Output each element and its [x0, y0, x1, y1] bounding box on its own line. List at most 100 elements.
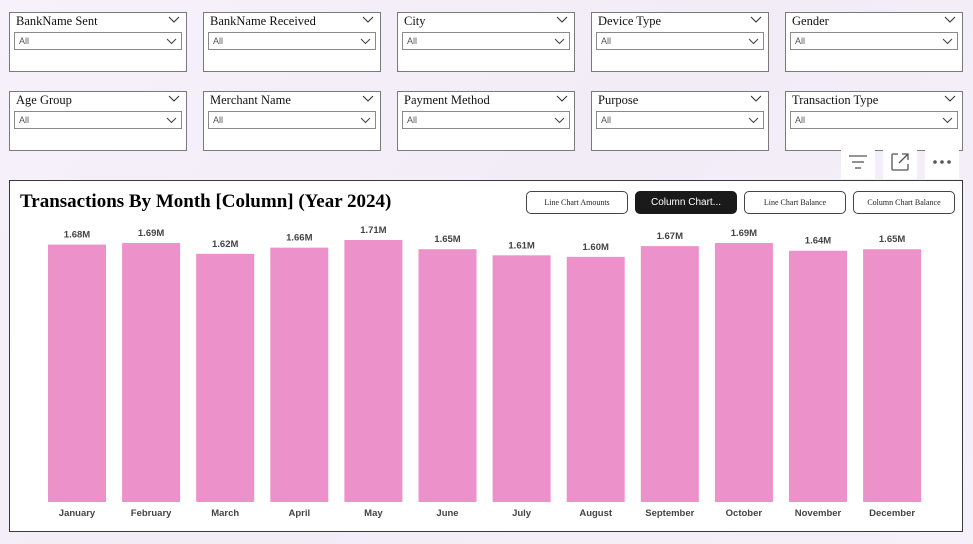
column-chart: 1.68M January 1.69M February 1.62M March 1.66M… — [48, 225, 922, 519]
chevron-down-icon — [360, 38, 371, 45]
bar-february[interactable] — [122, 243, 181, 502]
x-tick-label: July — [512, 508, 532, 519]
bar-october[interactable] — [714, 243, 773, 502]
focus-mode-icon — [891, 153, 909, 171]
chevron-down-icon[interactable] — [362, 15, 374, 25]
slicer-age-group: Age Group All — [9, 91, 187, 151]
bar-may[interactable] — [344, 240, 403, 502]
x-tick-label: November — [795, 508, 842, 519]
bar-august[interactable] — [566, 256, 625, 502]
chevron-down-icon — [748, 117, 759, 124]
chevron-down-icon — [554, 117, 565, 124]
visual-header-toolbar — [841, 145, 965, 179]
chevron-down-icon — [166, 117, 177, 124]
slicer-title: Transaction Type — [792, 93, 879, 107]
slicer-gender: Gender All — [785, 12, 963, 72]
dropdown-value: All — [407, 36, 418, 46]
dropdown-value: All — [19, 36, 30, 46]
slicer-title: City — [404, 14, 426, 28]
slicer-title: BankName Received — [210, 14, 316, 28]
data-label: 1.71M — [360, 225, 386, 236]
focus-mode-button[interactable] — [883, 145, 917, 179]
slicer-title: Payment Method — [404, 93, 490, 107]
data-label: 1.67M — [657, 231, 683, 242]
data-label: 1.69M — [731, 228, 757, 239]
dropdown-value: All — [601, 115, 612, 125]
data-label: 1.65M — [879, 234, 905, 245]
slicer-title: BankName Sent — [16, 14, 98, 28]
dropdown-value: All — [19, 115, 30, 125]
data-label: 1.65M — [434, 234, 460, 245]
x-tick-label: February — [131, 508, 172, 519]
chevron-down-icon[interactable] — [750, 15, 762, 25]
slicer-dropdown[interactable]: All — [14, 111, 182, 129]
slicer-bankname-sent: BankName Sent All — [9, 12, 187, 72]
bar-september[interactable] — [640, 246, 699, 502]
x-tick-label: June — [436, 508, 458, 519]
x-tick-label: March — [211, 508, 239, 519]
slicer-payment-method: Payment Method All — [397, 91, 575, 151]
bar-december[interactable] — [863, 249, 922, 502]
x-tick-label: December — [869, 508, 915, 519]
slicer-dropdown[interactable]: All — [790, 32, 958, 50]
slicer-dropdown[interactable]: All — [790, 111, 958, 129]
slicer-dropdown[interactable]: All — [14, 32, 182, 50]
x-tick-label: May — [364, 508, 383, 519]
slicer-device-type: Device Type All — [591, 12, 769, 72]
more-options-icon — [933, 160, 951, 164]
bar-january[interactable] — [48, 244, 106, 502]
chevron-down-icon[interactable] — [168, 15, 180, 25]
slicer-dropdown[interactable]: All — [208, 32, 376, 50]
filter-button[interactable] — [841, 145, 875, 179]
dropdown-value: All — [407, 115, 418, 125]
slicer-title: Age Group — [16, 93, 72, 107]
data-label: 1.61M — [508, 240, 534, 251]
chevron-down-icon[interactable] — [944, 94, 956, 104]
slicer-title: Gender — [792, 14, 829, 28]
chevron-down-icon[interactable] — [944, 15, 956, 25]
transactions-chart-visual: Transactions By Month [Column] (Year 202… — [9, 180, 963, 532]
chevron-down-icon — [942, 117, 953, 124]
chevron-down-icon[interactable] — [556, 15, 568, 25]
data-label: 1.68M — [64, 230, 90, 241]
data-label: 1.64M — [805, 236, 831, 247]
chevron-down-icon[interactable] — [168, 94, 180, 104]
slicer-merchant-name: Merchant Name All — [203, 91, 381, 151]
bar-june[interactable] — [418, 249, 477, 502]
slicer-title: Purpose — [598, 93, 639, 107]
slicer-title: Device Type — [598, 14, 662, 28]
data-label: 1.62M — [212, 239, 238, 250]
x-tick-label: September — [645, 508, 694, 519]
slicer-title: Merchant Name — [210, 93, 291, 107]
data-label: 1.69M — [138, 228, 164, 239]
bar-july[interactable] — [492, 255, 551, 502]
dropdown-value: All — [795, 36, 806, 46]
slicer-transaction-type: Transaction Type All — [785, 91, 963, 151]
chevron-down-icon — [748, 38, 759, 45]
slicer-dropdown[interactable]: All — [208, 111, 376, 129]
chevron-down-icon — [360, 117, 371, 124]
chevron-down-icon — [554, 38, 565, 45]
x-tick-label: April — [288, 508, 310, 519]
chevron-down-icon[interactable] — [556, 94, 568, 104]
slicer-dropdown[interactable]: All — [402, 32, 570, 50]
slicer-dropdown[interactable]: All — [596, 111, 764, 129]
chevron-down-icon — [942, 38, 953, 45]
dropdown-value: All — [213, 36, 224, 46]
slicer-city: City All — [397, 12, 575, 72]
chevron-down-icon[interactable] — [362, 94, 374, 104]
x-tick-label: August — [579, 508, 613, 519]
dropdown-value: All — [795, 115, 806, 125]
slicer-dropdown[interactable]: All — [596, 32, 764, 50]
filter-icon — [849, 155, 867, 169]
chevron-down-icon — [166, 38, 177, 45]
dropdown-value: All — [213, 115, 224, 125]
dropdown-value: All — [601, 36, 612, 46]
chevron-down-icon[interactable] — [750, 94, 762, 104]
bar-march[interactable] — [196, 253, 255, 502]
more-options-button[interactable] — [925, 145, 959, 179]
bar-april[interactable] — [270, 247, 329, 502]
bar-november[interactable] — [789, 250, 847, 502]
data-label: 1.66M — [286, 233, 312, 244]
slicer-dropdown[interactable]: All — [402, 111, 570, 129]
